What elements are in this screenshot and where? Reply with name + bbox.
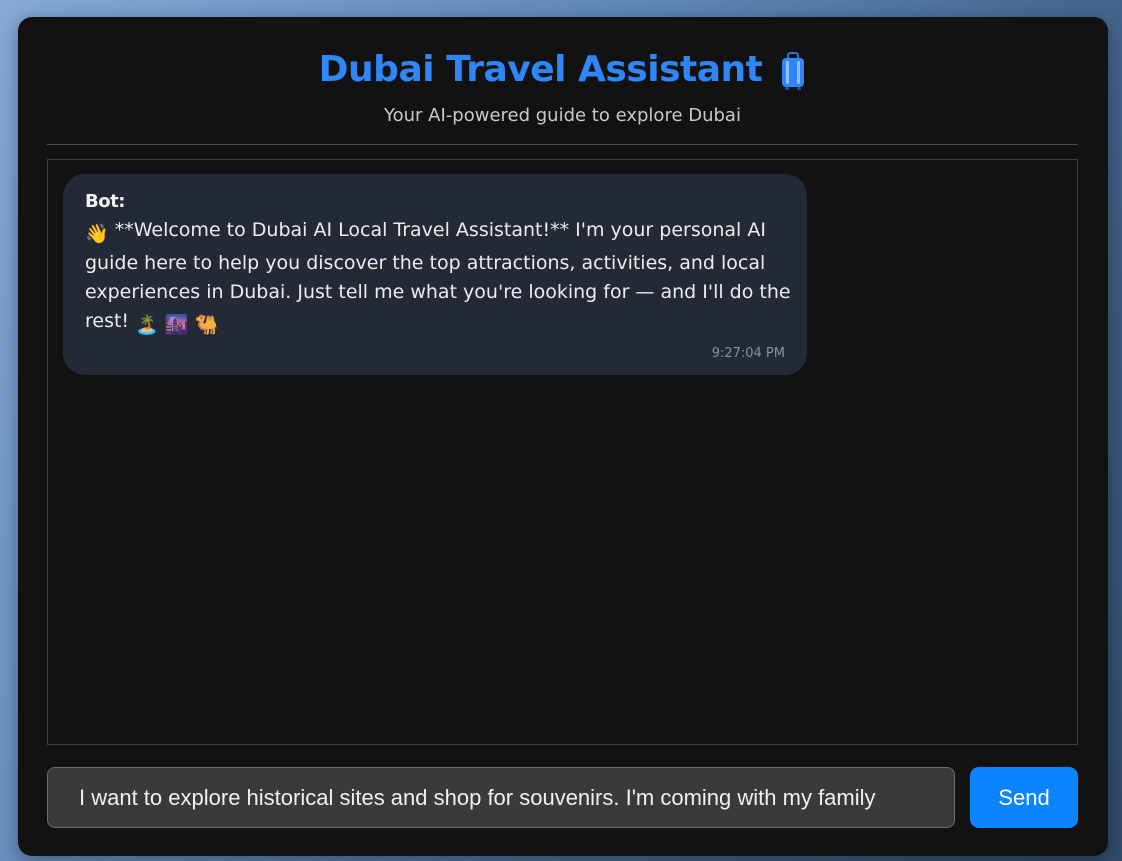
app-window: Dubai Travel Assistant Your AI-powered g… (18, 17, 1108, 856)
message-text: 👋 **Welcome to Dubai AI Local Travel Ass… (85, 216, 795, 340)
page-subtitle: Your AI-powered guide to explore Dubai (384, 105, 741, 126)
message-input[interactable] (47, 767, 955, 828)
composer: Send (47, 767, 1078, 828)
message-sender: Bot: (85, 191, 125, 212)
bot-message-bubble: Bot: 👋 **Welcome to Dubai AI Local Trave… (63, 174, 807, 375)
page-title: Dubai Travel Assistant (318, 49, 763, 90)
waving-hand-icon: 👋 (85, 223, 109, 245)
message-timestamp: 9:27:04 PM (711, 346, 785, 361)
luggage-icon (780, 51, 806, 90)
send-button[interactable]: Send (970, 767, 1078, 828)
title-row: Dubai Travel Assistant (47, 49, 1078, 90)
emoji-icons: 🏝️ 🌆 🐫 (135, 314, 219, 336)
header: Dubai Travel Assistant Your AI-powered g… (47, 17, 1078, 145)
chat-messages-area[interactable]: Bot: 👋 **Welcome to Dubai AI Local Trave… (47, 159, 1078, 745)
